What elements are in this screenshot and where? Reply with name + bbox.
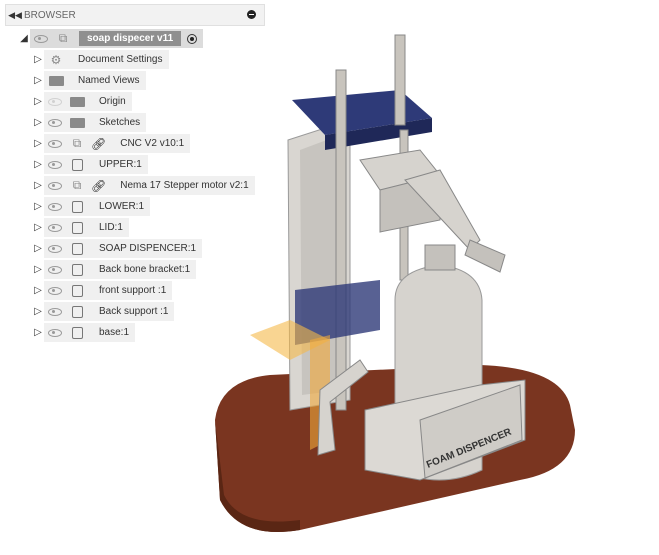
visibility-eye-icon[interactable] [48,181,62,190]
tree-item-label: UPPER:1 [99,159,142,170]
component-icon: ⧉ [72,136,82,150]
expand-triangle-icon[interactable]: ▷ [32,260,44,279]
tree-item-label: CNC V2 v10:1 [120,138,185,149]
tree-item-label: base:1 [99,327,130,338]
tree-item[interactable]: ▷ Sketches [32,113,147,132]
tree-item-label: front support :1 [99,285,167,296]
link-icon: 🔗︎ [91,178,107,193]
browser-title: BROWSER [24,9,76,21]
body-icon [69,326,85,340]
tree-item[interactable]: ▷ front support :1 [32,281,173,300]
visibility-eye-icon[interactable] [34,34,48,43]
expand-triangle-icon[interactable]: ▷ [32,323,44,342]
tree-item-label: Origin [99,96,126,107]
expanded-triangle-icon[interactable]: ◢ [18,29,30,48]
expand-triangle-icon[interactable]: ▷ [32,281,44,300]
tree-item[interactable]: ▷ SOAP DISPENCER:1 [32,239,203,258]
body-icon [69,158,85,172]
root-label: soap dispecer v11 [79,31,182,46]
visibility-eye-icon[interactable] [48,202,62,211]
visibility-eye-icon[interactable] [48,118,62,127]
tree-item[interactable]: ▷ ⚙ Document Settings [32,50,169,69]
component-icon: ⧉ [72,178,82,192]
body-icon [69,242,85,256]
browser-panel: ◀◀ BROWSER ◢ ⧉ soap dispecer v11 ▷ ⚙ Docum… [0,0,270,345]
expand-triangle-icon[interactable]: ▷ [32,50,44,69]
expand-triangle-icon[interactable]: ▷ [32,197,44,216]
link-icon: 🔗︎ [91,136,107,151]
folder-icon [48,74,64,88]
tree-item[interactable]: ▷ Named Views [32,71,146,90]
browser-header: ◀◀ BROWSER [5,4,265,26]
tree-item[interactable]: ▷ ⧉ 🔗︎ Nema 17 Stepper motor v2:1 [32,176,255,195]
tree-item-label: Back bone bracket:1 [99,264,191,275]
tree-item[interactable]: ▷ Back support :1 [32,302,175,321]
tree-item-label: SOAP DISPENCER:1 [99,243,197,254]
expand-triangle-icon[interactable]: ▷ [32,239,44,258]
tree-item-label: Sketches [99,117,141,128]
body-icon [69,284,85,298]
expand-triangle-icon[interactable]: ▷ [32,302,44,321]
expand-triangle-icon[interactable]: ▷ [32,218,44,237]
visibility-eye-icon[interactable] [48,139,62,148]
body-icon [69,200,85,214]
tree-root[interactable]: ◢ ⧉ soap dispecer v11 [18,29,204,48]
expand-triangle-icon[interactable]: ▷ [32,71,44,90]
tree-item-label: LOWER:1 [99,201,145,212]
component-icon: ⧉ [58,31,68,45]
expand-triangle-icon[interactable]: ▷ [32,176,44,195]
visibility-eye-icon[interactable] [48,160,62,169]
tree-item[interactable]: ▷ Back bone bracket:1 [32,260,197,279]
visibility-eye-icon[interactable] [48,265,62,274]
visibility-eye-icon[interactable] [48,328,62,337]
tree-item-label: LID:1 [99,222,123,233]
visibility-eye-icon[interactable] [48,97,62,106]
tree-item-label: Nema 17 Stepper motor v2:1 [120,180,249,191]
tree-item-label: Named Views [78,75,140,86]
tree-item[interactable]: ▷ UPPER:1 [32,155,148,174]
activate-radio-icon[interactable] [187,33,198,44]
collapse-panel-icon[interactable]: ◀◀ [6,10,24,21]
minimize-icon[interactable] [247,10,256,19]
visibility-eye-icon[interactable] [48,286,62,295]
gear-icon: ⚙ [50,52,62,67]
tree-item-label: Back support :1 [99,306,169,317]
body-icon [69,263,85,277]
visibility-eye-icon[interactable] [48,307,62,316]
tree-item[interactable]: ▷ base:1 [32,323,136,342]
body-icon [69,305,85,319]
visibility-eye-icon[interactable] [48,223,62,232]
expand-triangle-icon[interactable]: ▷ [32,134,44,153]
expand-triangle-icon[interactable]: ▷ [32,92,44,111]
folder-icon [69,95,85,109]
expand-triangle-icon[interactable]: ▷ [32,113,44,132]
tree-item[interactable]: ▷ Origin [32,92,132,111]
expand-triangle-icon[interactable]: ▷ [32,155,44,174]
tree-item[interactable]: ▷ LOWER:1 [32,197,151,216]
tree-item-label: Document Settings [78,54,163,65]
body-icon [69,221,85,235]
tree-item[interactable]: ▷ LID:1 [32,218,129,237]
visibility-eye-icon[interactable] [48,244,62,253]
folder-icon [69,116,85,130]
tree-item[interactable]: ▷ ⧉ 🔗︎ CNC V2 v10:1 [32,134,191,153]
